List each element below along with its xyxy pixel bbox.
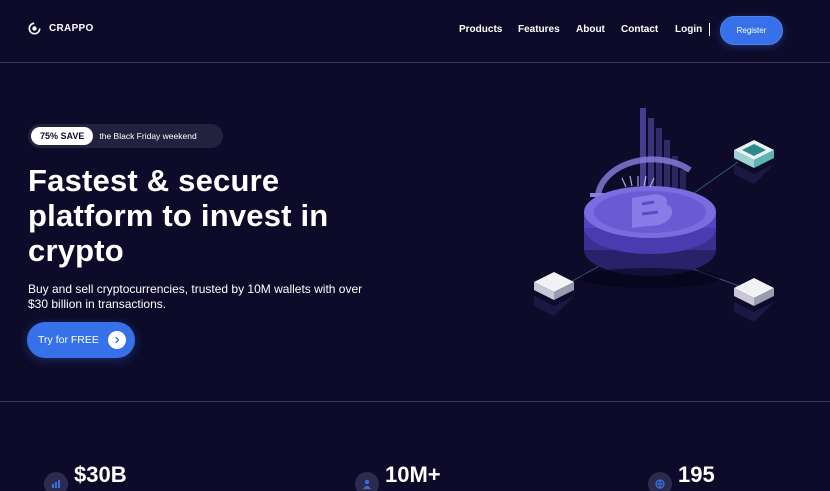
register-button[interactable]: Register (720, 16, 783, 45)
stat-value: 10M+ (385, 462, 441, 487)
node-block-left (534, 272, 574, 316)
stat-wallets: 10M+ (355, 462, 441, 491)
globe-icon (648, 472, 672, 491)
try-for-free-button[interactable]: Try for FREE (27, 322, 135, 358)
brand-logo[interactable]: CRAPPO (28, 22, 94, 35)
stat-countries: 195 (648, 462, 715, 491)
node-block-right (734, 278, 774, 322)
user-icon (355, 472, 379, 491)
nav-link-features[interactable]: Features (518, 24, 560, 35)
bar-chart-icon (44, 472, 68, 491)
nav-separator (709, 23, 710, 36)
stat-total-transactions: $30B (44, 462, 127, 491)
node-block-top-right (734, 140, 774, 184)
crypto-coin-illustration (534, 108, 774, 322)
section-divider (0, 401, 830, 402)
brand-name: CRAPPO (49, 23, 94, 34)
hero-title: Fastest & secure platform to invest in c… (28, 163, 329, 268)
nav-link-login[interactable]: Login (675, 24, 702, 35)
stat-value: $30B (74, 462, 127, 487)
top-navigation: CRAPPO Products Features About Contact L… (0, 0, 830, 63)
hero-subtitle: Buy and sell cryptocurrencies, trusted b… (28, 282, 363, 311)
nav-link-products[interactable]: Products (459, 24, 502, 35)
nav-link-about[interactable]: About (576, 24, 605, 35)
promo-badge-pill: 75% SAVE (31, 127, 94, 145)
promo-badge: 75% SAVE the Black Friday weekend (28, 124, 223, 148)
arrow-right-icon (108, 331, 126, 349)
crappo-logo-icon (28, 22, 41, 35)
stat-value: 195 (678, 462, 715, 487)
nav-link-contact[interactable]: Contact (621, 24, 658, 35)
promo-badge-text: the Black Friday weekend (99, 131, 197, 141)
try-for-free-label: Try for FREE (38, 334, 99, 346)
